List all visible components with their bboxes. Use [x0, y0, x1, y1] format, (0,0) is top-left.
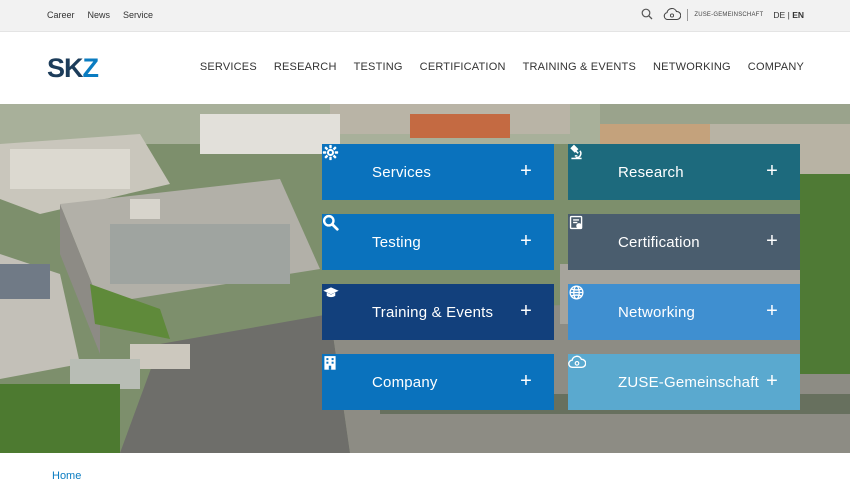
tile-services-label: Services — [372, 163, 432, 181]
nav-training-events[interactable]: TRAINING & EVENTS — [523, 61, 636, 73]
expand-icon: + — [520, 160, 532, 183]
tile-certification-label: Certification — [618, 233, 700, 251]
expand-icon: + — [520, 300, 532, 323]
tile-research[interactable]: Research + — [568, 144, 800, 200]
cloud-icon — [663, 7, 682, 23]
top-right: ZUSE-GEMEINSCHAFT DE | EN — [641, 7, 804, 23]
tile-networking-label: Networking — [618, 303, 696, 321]
tile-company[interactable]: Company + — [322, 354, 554, 410]
tile-training-events-label: Training & Events — [372, 303, 494, 321]
nav-company[interactable]: COMPANY — [748, 61, 804, 73]
tile-services[interactable]: Services + — [322, 144, 554, 200]
logo-text-a: SK — [47, 53, 84, 83]
tile-research-label: Research — [618, 163, 684, 181]
zuse-link[interactable]: ZUSE-GEMEINSCHAFT — [663, 7, 763, 23]
nav-testing[interactable]: TESTING — [354, 61, 403, 73]
expand-icon: + — [766, 370, 778, 393]
globe-icon — [569, 285, 608, 321]
certificate-icon — [569, 215, 608, 251]
search-icon — [322, 214, 362, 251]
service-link[interactable]: Service — [123, 10, 153, 20]
tile-testing-label: Testing — [372, 233, 421, 251]
expand-icon: + — [766, 160, 778, 183]
expand-icon: + — [766, 230, 778, 253]
expand-icon: + — [520, 230, 532, 253]
graduation-cap-icon — [323, 287, 362, 321]
main-header: SKZ SERVICES RESEARCH TESTING CERTIFICAT… — [0, 32, 850, 104]
logo-text-b: Z — [82, 53, 99, 83]
building-icon — [324, 356, 362, 391]
gear-icon — [322, 144, 362, 181]
nav-services[interactable]: SERVICES — [200, 61, 257, 73]
lang-separator: | — [787, 10, 790, 20]
lang-en[interactable]: EN — [792, 10, 804, 20]
top-links: Career News Service — [47, 10, 153, 20]
nav-research[interactable]: RESEARCH — [274, 61, 337, 73]
tile-zuse-gemeinschaft[interactable]: ZUSE-Gemeinschaft + — [568, 354, 800, 410]
hero-banner: Services + Research + Testing + Certific… — [0, 104, 850, 453]
tile-training-events[interactable]: Training & Events + — [322, 284, 554, 340]
nav-certification[interactable]: CERTIFICATION — [420, 61, 506, 73]
top-bar: Career News Service ZUSE-GEMEINSCHAFT DE… — [0, 0, 850, 32]
cloud-icon — [568, 355, 608, 391]
tile-certification[interactable]: Certification + — [568, 214, 800, 270]
career-link[interactable]: Career — [47, 10, 75, 20]
breadcrumb-home[interactable]: Home — [52, 470, 81, 482]
expand-icon: + — [520, 370, 532, 393]
tile-company-label: Company — [372, 373, 438, 391]
main-nav: SERVICES RESEARCH TESTING CERTIFICATION … — [200, 61, 804, 73]
search-icon[interactable] — [641, 8, 653, 22]
tile-testing[interactable]: Testing + — [322, 214, 554, 270]
expand-icon: + — [766, 300, 778, 323]
lang-de[interactable]: DE — [773, 10, 785, 20]
language-switch: DE | EN — [773, 10, 804, 20]
microscope-icon — [570, 144, 608, 181]
nav-networking[interactable]: NETWORKING — [653, 61, 731, 73]
tile-zuse-label: ZUSE-Gemeinschaft — [618, 373, 759, 391]
divider — [687, 9, 689, 21]
tile-networking[interactable]: Networking + — [568, 284, 800, 340]
skz-logo[interactable]: SKZ — [47, 53, 99, 84]
zuse-label: ZUSE-GEMEINSCHAFT — [694, 12, 764, 18]
news-link[interactable]: News — [88, 10, 111, 20]
